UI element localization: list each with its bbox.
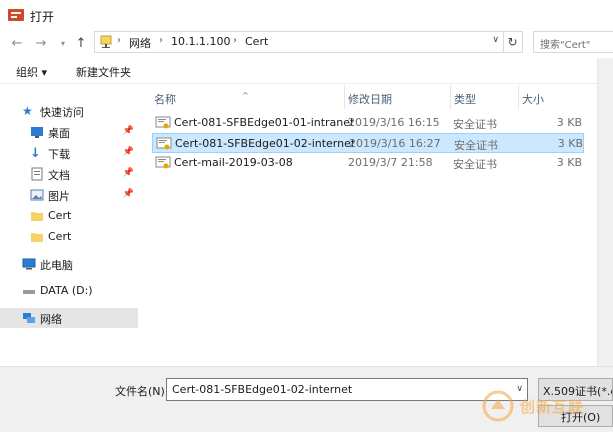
recent-locations-chevron-icon[interactable]: ▾ [54, 34, 72, 52]
breadcrumb-cert[interactable]: Cert [245, 35, 268, 48]
file-name: Cert-081-SFBEdge01-02-internet [175, 137, 356, 150]
column-header-size[interactable]: 大小 [522, 91, 544, 107]
file-modified: 2019/3/16 16:27 [349, 137, 441, 150]
nav-item-network[interactable]: 网络 [0, 308, 138, 328]
network-location-icon [100, 35, 112, 48]
column-header-type[interactable]: 类型 [454, 91, 476, 107]
nav-item-downloads[interactable]: ↓ 下载 📌 [0, 143, 138, 163]
up-arrow-icon[interactable]: ↑ [72, 34, 90, 52]
refresh-icon[interactable]: ↻ [503, 31, 523, 53]
document-icon [31, 167, 43, 181]
file-size: 3 KB [557, 137, 583, 150]
nav-item-label: 文档 [48, 169, 70, 182]
app-icon [8, 9, 24, 21]
nav-item-pictures[interactable]: 图片 📌 [0, 185, 138, 205]
window-title: 打开 [30, 10, 55, 24]
nav-item-desktop[interactable]: 桌面 📌 [0, 122, 138, 142]
breadcrumb-network[interactable]: 网络 [129, 35, 151, 51]
navigation-bar: ← → ▾ ↑ › 网络 › 10.1.1.100 › Cert ∨ ↻ 搜索"… [0, 30, 613, 56]
search-placeholder: 搜索"Cert" [540, 40, 591, 51]
pin-icon: 📌 [122, 168, 134, 178]
new-folder-button[interactable]: 新建文件夹 [76, 64, 131, 80]
picture-icon [30, 189, 44, 201]
nav-item-data-drive[interactable]: DATA (D:) [0, 281, 138, 301]
back-arrow-icon[interactable]: ← [8, 34, 26, 52]
column-divider[interactable] [450, 85, 451, 109]
sort-ascending-icon: ^ [242, 91, 249, 100]
search-input[interactable]: 搜索"Cert" [533, 31, 613, 53]
nav-item-label: 网络 [40, 313, 62, 326]
column-header-name[interactable]: 名称 [154, 91, 176, 107]
address-bar[interactable]: › 网络 › 10.1.1.100 › Cert ∨ [94, 31, 504, 53]
nav-item-label: 快速访问 [40, 106, 84, 119]
breadcrumb-separator: › [233, 35, 237, 46]
nav-item-quick-access[interactable]: ★ 快速访问 [0, 101, 138, 121]
watermark-logo-icon [482, 390, 514, 422]
folder-icon [31, 233, 43, 242]
nav-item-label: 图片 [48, 190, 70, 203]
vertical-scrollbar[interactable] [597, 58, 613, 366]
network-icon [23, 313, 35, 323]
nav-item-label: Cert [48, 209, 72, 222]
file-type: 安全证书 [453, 158, 497, 171]
pin-icon: 📌 [122, 147, 134, 157]
forward-arrow-icon[interactable]: → [32, 34, 50, 52]
nav-item-label: 此电脑 [40, 259, 73, 272]
nav-item-cert-folder-2[interactable]: Cert [0, 227, 138, 247]
file-list: 名称 ^ 修改日期 类型 大小 Cert-081-SFBEdge01-01-in… [148, 85, 584, 365]
navigation-pane: ★ 快速访问 桌面 📌 ↓ 下载 📌 文档 📌 图片 📌 Cert Cert 此… [0, 85, 138, 365]
nav-item-label: 下载 [48, 148, 70, 161]
filename-label: 文件名(N): [115, 385, 169, 398]
pin-icon: 📌 [122, 189, 134, 199]
drive-icon [23, 290, 35, 294]
certificate-icon [155, 156, 171, 169]
command-toolbar: 组织 ▾ 新建文件夹 [0, 58, 613, 84]
nav-item-cert-folder-1[interactable]: Cert [0, 206, 138, 226]
filename-input[interactable]: Cert-081-SFBEdge01-02-internet ∨ [166, 378, 528, 401]
nav-item-label: Cert [48, 230, 72, 243]
file-size: 3 KB [556, 116, 582, 129]
watermark-logo: 创新互联 [480, 386, 610, 426]
column-header-row: 名称 ^ 修改日期 类型 大小 [148, 85, 584, 109]
nav-item-label: DATA (D:) [40, 284, 93, 297]
title-bar: 打开 [0, 0, 613, 30]
file-row[interactable]: Cert-081-SFBEdge01-01-intranet 2019/3/16… [152, 113, 584, 133]
folder-icon [31, 212, 43, 221]
file-size: 3 KB [556, 156, 582, 169]
star-icon: ★ [22, 104, 33, 118]
filename-value: Cert-081-SFBEdge01-02-internet [172, 383, 353, 396]
file-modified: 2019/3/7 21:58 [348, 156, 433, 169]
file-type: 安全证书 [454, 139, 498, 152]
file-name: Cert-081-SFBEdge01-01-intranet [174, 116, 355, 129]
column-divider[interactable] [344, 85, 345, 109]
breadcrumb-separator: › [159, 35, 163, 46]
certificate-icon [156, 137, 172, 150]
nav-item-this-pc[interactable]: 此电脑 [0, 254, 138, 274]
column-divider[interactable] [518, 85, 519, 109]
certificate-icon [155, 116, 171, 129]
address-dropdown-icon[interactable]: ∨ [492, 35, 499, 45]
download-icon: ↓ [30, 146, 41, 161]
file-modified: 2019/3/16 16:15 [348, 116, 440, 129]
desktop-icon [31, 127, 43, 138]
breadcrumb-separator: › [117, 35, 121, 46]
computer-icon [22, 258, 36, 270]
file-type: 安全证书 [453, 118, 497, 131]
breadcrumb-host[interactable]: 10.1.1.100 [171, 35, 230, 48]
file-row-selected[interactable]: Cert-081-SFBEdge01-02-internet 2019/3/16… [152, 133, 584, 153]
watermark-text: 创新互联 [520, 398, 585, 416]
nav-item-label: 桌面 [48, 127, 70, 140]
file-name: Cert-mail-2019-03-08 [174, 156, 293, 169]
pin-icon: 📌 [122, 126, 134, 136]
nav-item-documents[interactable]: 文档 📌 [0, 164, 138, 184]
organize-button[interactable]: 组织 ▾ [16, 64, 47, 80]
column-header-modified[interactable]: 修改日期 [348, 91, 392, 107]
file-row[interactable]: Cert-mail-2019-03-08 2019/3/7 21:58 安全证书… [152, 153, 584, 173]
